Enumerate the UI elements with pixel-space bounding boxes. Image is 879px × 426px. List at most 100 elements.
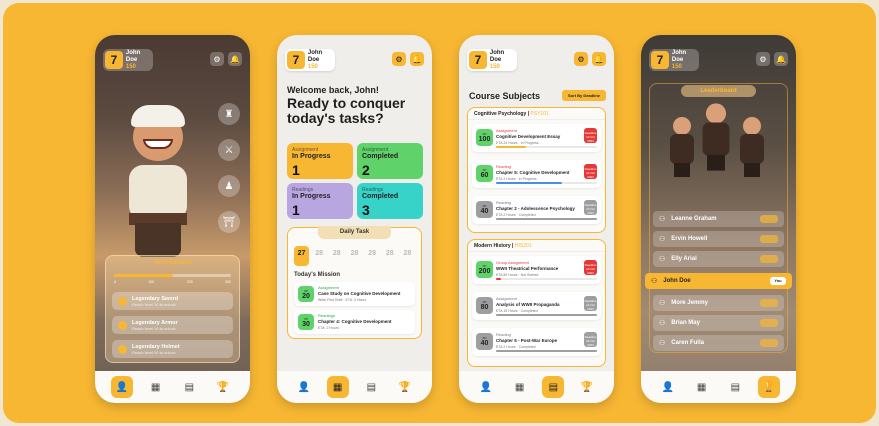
leaderboard-row[interactable]: ⚇ Ervin Howell	[653, 231, 784, 247]
clipboard-icon[interactable]: ▤	[724, 376, 746, 398]
clipboard-icon[interactable]: ▤	[178, 376, 200, 398]
sword-equip-icon[interactable]: ⚔	[218, 139, 240, 161]
phone-dashboard: 7 John Doe 150 ⚙ 🔔 Welcome back, John! Re…	[277, 35, 432, 403]
user-icon: ⚇	[659, 300, 666, 307]
user-icon: ⚇	[659, 340, 666, 347]
bottom-nav: 👤 ▦ ▤ 🏆	[95, 371, 250, 403]
armor-equip-icon[interactable]: ♟	[218, 175, 240, 197]
user-badge[interactable]: 7 John Doe 150	[467, 49, 517, 71]
bell-icon[interactable]: 🔔	[228, 52, 242, 66]
bell-icon[interactable]: 🔔	[410, 52, 424, 66]
profile-header: 7 John Doe 150 ⚙ 🔔	[467, 49, 606, 73]
character-avatar	[115, 95, 205, 265]
clipboard-icon[interactable]: ▤	[542, 376, 565, 398]
grid-icon[interactable]: ▦	[509, 376, 531, 398]
podium-avatar	[701, 103, 730, 171]
xp-badge: XP 200	[476, 261, 493, 278]
level-badge: 7	[287, 51, 305, 69]
user-badge[interactable]: 7 John Doe 150	[285, 49, 335, 71]
stat-card[interactable]: Readings In Progress 1	[287, 183, 353, 219]
xp-badge: XP 30	[298, 314, 314, 330]
task-row[interactable]: XP 40 Reading Chapter 5 - Post-War Europe E…	[472, 328, 601, 356]
stat-card[interactable]: Assignment In Progress 1	[287, 143, 353, 179]
reward-progress-bar	[114, 274, 231, 277]
task-row[interactable]: XP 80 Assignment Analysis of WWII Propagan…	[472, 292, 601, 320]
trophy-icon[interactable]: 🏆	[394, 376, 416, 398]
level-badge: 7	[469, 51, 487, 69]
xp-badge: XP 80	[476, 297, 493, 314]
trophy-icon[interactable]: 🏆	[576, 376, 598, 398]
mission-item[interactable]: XP 30 Readings Chapter 4: Cognitive Develo…	[294, 310, 415, 334]
grid-icon[interactable]: ▦	[326, 376, 349, 398]
task-row[interactable]: XP 60 Reading Chapter 5: Cognitive Develop…	[472, 160, 601, 188]
gear-icon[interactable]: ⚙	[210, 52, 224, 66]
user-icon: ⚇	[651, 278, 658, 285]
score-pill	[760, 255, 778, 263]
leaderboard-row[interactable]: ⚇ More Jemmy	[653, 295, 784, 311]
user-points: 150	[125, 63, 136, 70]
bell-icon[interactable]: 🔔	[774, 52, 788, 66]
task-row[interactable]: XP 100 Assignment Cognitive Development Es…	[472, 124, 601, 152]
day-item[interactable]: 28	[365, 246, 380, 266]
daily-task-panel: Daily Task 27 28 28 28 28 28 28 Today's …	[287, 226, 422, 339]
leaderboard-row[interactable]: ⚇ Caren Fulla	[653, 335, 784, 351]
deadline-badge: Deadline 14 Oct 2023	[584, 164, 597, 179]
task-row[interactable]: XP 200 Group Assignment WWII Theatrical Pe…	[472, 256, 601, 284]
leaderboard-row[interactable]: ⚇ Brian May	[653, 315, 784, 331]
user-badge[interactable]: 7 John Doe 150	[649, 49, 699, 71]
task-row[interactable]: XP 40 Reading Chapter 2 - Adolescence Psyc…	[472, 196, 601, 224]
profile-header: 7 John Doe 150 ⚙ 🔔	[285, 49, 424, 73]
day-item[interactable]: 28	[329, 246, 344, 266]
gate-equip-icon[interactable]: ⛩	[218, 211, 240, 233]
sort-button[interactable]: Sort By Deadline	[561, 90, 606, 101]
day-item[interactable]: 28	[312, 246, 327, 266]
task-progress-bar	[496, 314, 597, 316]
score-pill	[760, 299, 778, 307]
home-icon[interactable]: 👤	[657, 376, 679, 398]
grid-icon[interactable]: ▦	[145, 376, 167, 398]
home-icon[interactable]: 👤	[475, 376, 497, 398]
gear-icon[interactable]: ⚙	[756, 52, 770, 66]
sword-icon	[118, 296, 127, 306]
day-item[interactable]: 28	[347, 246, 362, 266]
leaderboard-row[interactable]: ⚇ Leanne Graham	[653, 211, 784, 227]
subject-header[interactable]: Modern History | HIS201	[468, 240, 605, 252]
subject-header[interactable]: Cognitive Psychology | PSY101	[468, 108, 605, 120]
stat-card[interactable]: Readings Completed 3	[357, 183, 423, 219]
user-badge[interactable]: 7 John Doe 150	[103, 49, 153, 71]
grid-icon[interactable]: ▦	[691, 376, 713, 398]
score-pill	[760, 235, 778, 243]
milestone: 200	[186, 280, 193, 284]
helmet-equip-icon[interactable]: ♜	[218, 103, 240, 125]
bell-icon[interactable]: 🔔	[592, 52, 606, 66]
score-pill	[760, 339, 778, 347]
level-badge: 7	[651, 51, 669, 69]
user-icon: ⚇	[659, 256, 666, 263]
day-item[interactable]: 28	[400, 246, 415, 266]
user-icon: ⚇	[659, 236, 666, 243]
clipboard-icon[interactable]: ▤	[360, 376, 382, 398]
xp-badge: XP 40	[476, 333, 493, 350]
reward-item[interactable]: Legendary Sword Reach level 10 to unlock	[112, 292, 233, 310]
deadline-badge: Deadline 15 Oct 2023	[584, 260, 597, 275]
trophy-icon[interactable]: 🏆	[758, 376, 781, 398]
day-item[interactable]: 27	[294, 246, 309, 266]
reward-item[interactable]: Legendary Armor Reach level 15 to unlock	[112, 316, 233, 334]
deadline-badge: Deadline 09 Oct 2023	[584, 332, 597, 347]
day-item[interactable]: 28	[382, 246, 397, 266]
welcome-text: Welcome back, John!	[287, 85, 379, 95]
gear-icon[interactable]: ⚙	[392, 52, 406, 66]
leaderboard-row[interactable]: ⚇ Elly Arial	[653, 251, 784, 267]
trophy-icon[interactable]: 🏆	[212, 376, 234, 398]
phone-character: 7 John Doe 150 ⚙ 🔔 ♜ ⚔ ♟ ⛩ Next Reward 0 …	[95, 35, 250, 403]
mission-item[interactable]: XP 20 Assignment Case Study on Cognitive D…	[294, 282, 415, 306]
page-title: Course Subjects	[469, 91, 541, 101]
gear-icon[interactable]: ⚙	[574, 52, 588, 66]
stat-card[interactable]: Assignment Completed 2	[357, 143, 423, 179]
home-icon[interactable]: 👤	[110, 376, 133, 398]
home-icon[interactable]: 👤	[293, 376, 315, 398]
user-name: John Doe	[671, 49, 687, 63]
reward-item[interactable]: Legendary Helmet Reach level 20 to unlock	[112, 340, 233, 358]
leaderboard-row-current-user[interactable]: ⚇ John Doe You	[645, 273, 792, 289]
bottom-nav: 👤 ▦ ▤ 🏆	[641, 371, 796, 403]
